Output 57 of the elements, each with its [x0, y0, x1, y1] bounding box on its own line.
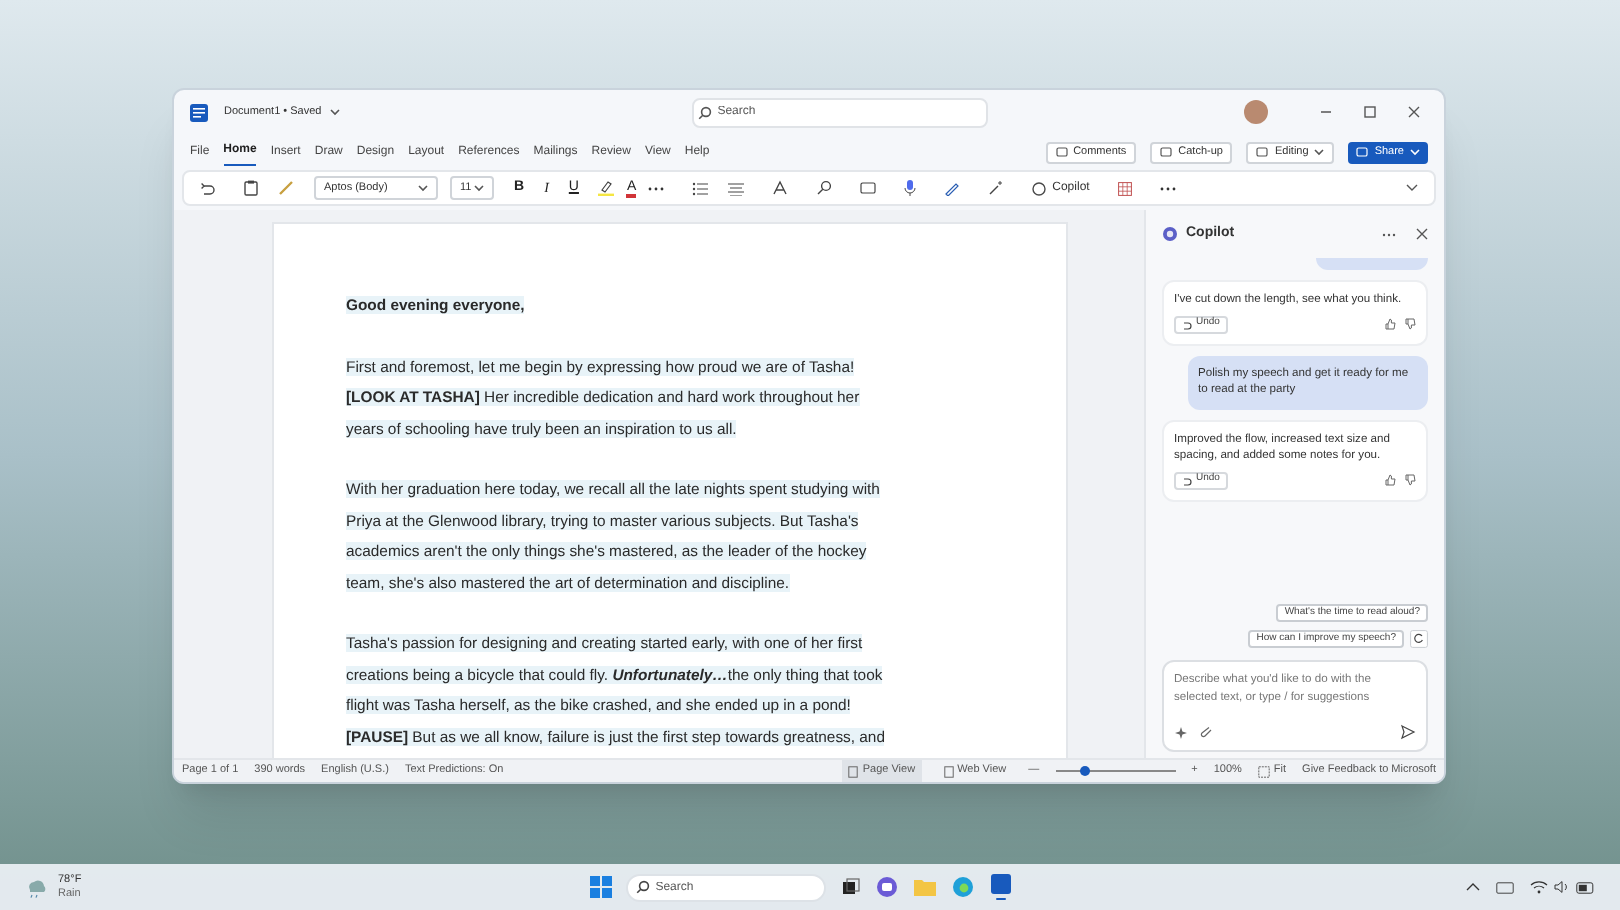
align-icon[interactable]: [728, 181, 745, 195]
keyboard-icon[interactable]: [1496, 881, 1514, 893]
caret-icon[interactable]: [418, 184, 428, 192]
page-icon: [943, 765, 954, 777]
search-icon[interactable]: [816, 180, 833, 196]
styles-icon[interactable]: [772, 180, 789, 196]
sparkle-icon[interactable]: [1174, 725, 1188, 739]
fit-icon: [1257, 765, 1270, 777]
wand-icon[interactable]: [988, 180, 1005, 196]
wifi-icon[interactable]: [1530, 880, 1548, 894]
caret-icon[interactable]: [329, 108, 340, 116]
undo-icon[interactable]: [200, 181, 216, 195]
avatar-icon[interactable]: [1244, 100, 1268, 124]
pen-icon[interactable]: [944, 180, 961, 196]
attach-icon[interactable]: [1200, 725, 1214, 739]
task-view-icon[interactable]: [841, 878, 860, 896]
more-icon[interactable]: [1382, 231, 1396, 237]
expand-icon[interactable]: [1406, 184, 1418, 192]
button-icon: [1256, 146, 1269, 158]
weather-icon: [24, 877, 48, 897]
close-icon[interactable]: [1416, 228, 1428, 240]
bullet-list-icon[interactable]: [692, 181, 709, 195]
thumbs-down-icon[interactable]: [1404, 318, 1416, 330]
thumbs-up-icon[interactable]: [1384, 474, 1396, 486]
copilot-logo-icon: [1162, 226, 1178, 242]
speaker-icon[interactable]: [1554, 880, 1570, 894]
maximize-icon[interactable]: [1364, 106, 1376, 118]
chat-bubble: [1316, 258, 1428, 270]
refresh-icon[interactable]: [1410, 630, 1428, 648]
clipboard-icon[interactable]: [244, 180, 258, 196]
close-icon[interactable]: [1408, 106, 1420, 118]
minimize-icon[interactable]: [1320, 106, 1332, 118]
grid-icon[interactable]: [1117, 181, 1132, 195]
page-icon: [848, 765, 859, 777]
share-icon: [1356, 146, 1369, 158]
chevron-up-icon[interactable]: [1466, 882, 1480, 892]
caret-icon[interactable]: [1314, 148, 1325, 156]
word-icon: [190, 103, 208, 121]
chat-icon[interactable]: [875, 876, 898, 898]
button-icon: [1055, 146, 1068, 158]
windows-start-icon[interactable]: [589, 876, 612, 898]
thumbs-up-icon[interactable]: [1384, 318, 1396, 330]
caret-icon[interactable]: [474, 184, 484, 192]
undo-icon: [1182, 319, 1192, 329]
more-icon[interactable]: [648, 185, 665, 191]
word-icon[interactable]: [989, 874, 1012, 900]
send-icon[interactable]: [1400, 724, 1416, 740]
button-icon: [1160, 146, 1173, 158]
search-icon: [697, 105, 712, 119]
thumbs-down-icon[interactable]: [1404, 474, 1416, 486]
microphone-icon[interactable]: [904, 180, 917, 196]
highlighter-icon[interactable]: [598, 180, 615, 196]
search-icon: [635, 880, 650, 894]
undo-icon: [1182, 475, 1192, 485]
comment-icon[interactable]: [860, 181, 877, 195]
battery-icon[interactable]: [1576, 881, 1596, 893]
more-icon[interactable]: [1159, 185, 1176, 191]
